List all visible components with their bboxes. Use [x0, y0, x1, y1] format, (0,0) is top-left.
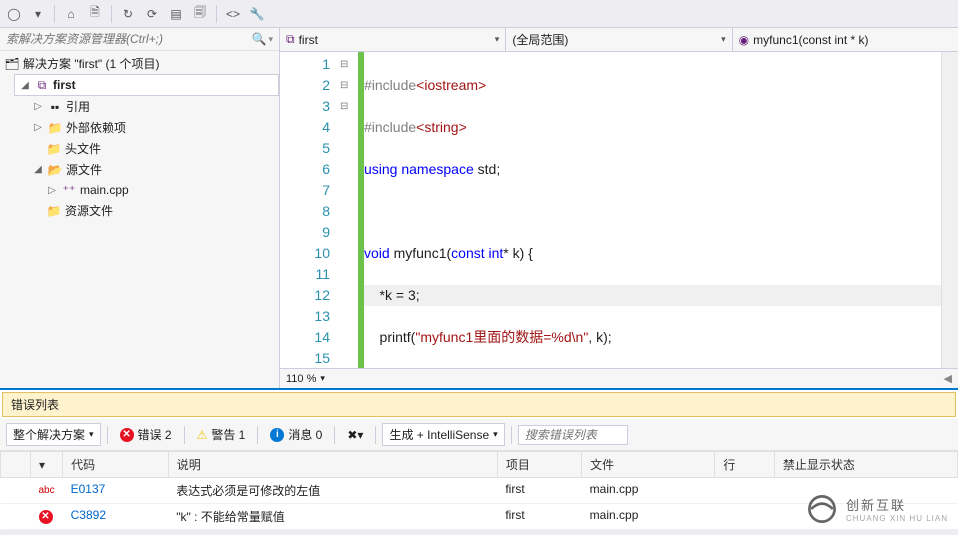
folder-icon: 📁 — [46, 141, 62, 157]
source-files-label: 源文件 — [66, 161, 102, 178]
warning-icon: ⚠ — [197, 428, 208, 442]
col-file[interactable]: 文件 — [582, 452, 715, 478]
references-icon: ▪▪ — [47, 99, 63, 115]
chevron-down-icon: ▾ — [495, 34, 500, 45]
col-suppress[interactable]: 禁止显示状态 — [774, 452, 957, 478]
project-icon: ⧉ — [34, 77, 50, 93]
intellisense-error-icon: abc — [39, 485, 55, 496]
build-source-dropdown[interactable]: 生成 + IntelliSense▾ — [382, 423, 504, 446]
col-line[interactable]: 行 — [715, 452, 775, 478]
solution-search-input[interactable] — [6, 32, 252, 46]
cpp-file-icon: ⁺⁺ — [61, 182, 77, 198]
error-icon: ✕ — [39, 510, 53, 524]
error-search-input[interactable] — [518, 425, 628, 445]
resources-label: 资源文件 — [65, 202, 113, 219]
scroll-left-icon[interactable]: ◀ — [944, 372, 952, 385]
search-icon[interactable]: 🔍 — [252, 32, 267, 46]
folder-icon: 📂 — [47, 162, 63, 178]
chevron-down-icon: ▾ — [721, 34, 726, 45]
function-icon: ◉ — [739, 33, 749, 47]
source-file-item[interactable]: ▷ ⁺⁺ main.cpp — [42, 180, 279, 200]
headers-node[interactable]: 📁 头文件 — [42, 138, 279, 159]
sync-icon[interactable]: ↻ — [118, 4, 138, 24]
folder-icon: 📁 — [46, 203, 62, 219]
info-icon: i — [270, 428, 284, 442]
nav-scope-dropdown[interactable]: (全局范围) ▾ — [506, 28, 732, 51]
solution-label: 解决方案 "first" (1 个项目) — [23, 55, 160, 72]
home-icon[interactable]: ⌂ — [61, 4, 81, 24]
zoom-label: 110 % — [286, 373, 316, 385]
resources-node[interactable]: 📁 资源文件 — [42, 200, 279, 221]
project-icon: ⧉ — [286, 32, 295, 47]
zoom-dropdown[interactable]: 110 % ▾ — [286, 373, 325, 385]
nav-project-dropdown[interactable]: ⧉ first ▾ — [280, 28, 506, 51]
copy-icon[interactable]: 🗐 — [190, 4, 210, 24]
solution-node[interactable]: 🗂 解决方案 "first" (1 个项目) — [0, 53, 279, 74]
expand-toggle-icon[interactable]: ◢ — [32, 164, 44, 175]
code-area[interactable]: 1234 5678 9101112 13141516 ⊟ ⊟ ⊟ #includ… — [280, 52, 958, 368]
watermark: 创新互联 CHUANG XIN HU LIAN — [804, 491, 948, 527]
messages-filter-button[interactable]: i 消息 0 — [264, 424, 328, 445]
clear-filter-button[interactable]: ✖▾ — [341, 426, 369, 444]
col-sort[interactable]: ▾ — [31, 452, 63, 478]
references-label: 引用 — [66, 98, 90, 115]
error-scope-dropdown[interactable]: 整个解决方案▾ — [6, 423, 101, 446]
code-text[interactable]: #include<iostream> #include<string> usin… — [364, 52, 941, 368]
error-icon: ✕ — [120, 428, 134, 442]
watermark-brand: 创新互联 — [846, 495, 948, 514]
folder-icon: 📁 — [47, 120, 63, 136]
external-deps-label: 外部依赖项 — [66, 119, 126, 136]
nav-scope-label: (全局范围) — [512, 31, 568, 48]
headers-label: 头文件 — [65, 140, 101, 157]
refresh-icon[interactable]: ⟳ — [142, 4, 162, 24]
filter-icon: ✖▾ — [347, 428, 363, 442]
warnings-filter-button[interactable]: ⚠ 警告 1 — [191, 424, 252, 445]
code-icon[interactable]: <> — [223, 4, 243, 24]
nav-back-icon[interactable]: ◯ — [4, 4, 24, 24]
error-list-title: 错误列表 — [2, 392, 956, 417]
col-project[interactable]: 项目 — [497, 452, 581, 478]
expand-toggle-icon[interactable]: ▷ — [46, 185, 58, 196]
file-label: main.cpp — [80, 183, 129, 197]
line-numbers: 1234 5678 9101112 13141516 — [280, 52, 340, 368]
expand-toggle-icon[interactable]: ▷ — [32, 101, 44, 112]
watermark-sub: CHUANG XIN HU LIAN — [846, 514, 948, 523]
collapse-icon[interactable]: ▤ — [166, 4, 186, 24]
chevron-down-icon: ▾ — [320, 373, 325, 384]
col-icon[interactable] — [1, 452, 31, 478]
watermark-logo-icon — [804, 491, 840, 527]
nav-project-label: first — [299, 33, 318, 47]
project-label: first — [53, 78, 76, 92]
search-dropdown-icon[interactable]: ▾ — [268, 34, 273, 45]
code-editor: ⧉ first ▾ (全局范围) ▾ ◉ myfunc1(const int *… — [280, 28, 958, 388]
wrench-icon[interactable]: 🔧 — [247, 4, 267, 24]
col-code[interactable]: 代码 — [63, 452, 169, 478]
nav-function-dropdown[interactable]: ◉ myfunc1(const int * k) — [733, 28, 958, 51]
col-desc[interactable]: 说明 — [168, 452, 497, 478]
expand-toggle-icon[interactable]: ▷ — [32, 122, 44, 133]
solution-icon: 🗂 — [4, 56, 20, 72]
nav-forward-icon[interactable]: ▾ — [28, 4, 48, 24]
expand-toggle-icon[interactable]: ◢ — [19, 80, 31, 91]
errors-filter-button[interactable]: ✕ 错误 2 — [114, 424, 178, 445]
vertical-scrollbar[interactable] — [941, 52, 958, 368]
source-files-node[interactable]: ◢ 📂 源文件 — [28, 159, 279, 180]
outline-margin: ⊟ ⊟ ⊟ — [340, 52, 358, 368]
solution-explorer: 🔍 ▾ 🗂 解决方案 "first" (1 个项目) ◢ ⧉ first ▷ ▪… — [0, 28, 280, 388]
external-deps-node[interactable]: ▷ 📁 外部依赖项 — [28, 117, 279, 138]
nav-function-label: myfunc1(const int * k) — [753, 33, 868, 47]
main-toolbar: ◯ ▾ ⌂ 🗎 ↻ ⟳ ▤ 🗐 <> 🔧 — [0, 0, 958, 28]
references-node[interactable]: ▷ ▪▪ 引用 — [28, 96, 279, 117]
files-icon[interactable]: 🗎 — [85, 4, 105, 24]
project-node[interactable]: ◢ ⧉ first — [14, 74, 279, 96]
